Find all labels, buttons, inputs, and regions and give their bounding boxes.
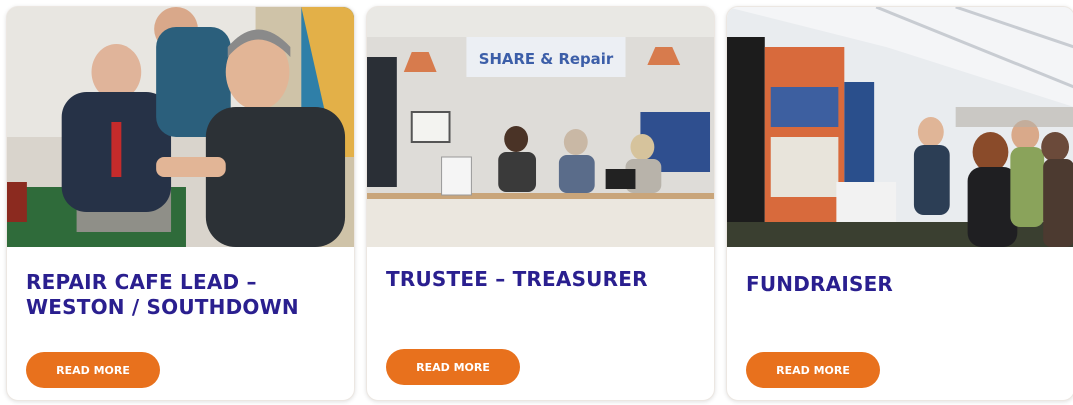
job-card-trustee-treasurer[interactable]: SHARE & Repair TRUSTEE – TREASURER READ …	[366, 6, 715, 401]
read-more-button[interactable]: READ MORE	[386, 349, 520, 385]
people-repairing-photo	[7, 7, 354, 247]
share-repair-sign: SHARE & Repair	[479, 50, 614, 68]
job-card-repair-cafe-lead[interactable]: REPAIR CAFE LEAD – WESTON / SOUTHDOWN RE…	[6, 6, 355, 401]
share-and-repair-counter-photo: SHARE & Repair	[367, 7, 714, 247]
job-card-fundraiser[interactable]: FUNDRAISER READ MORE	[726, 6, 1073, 401]
read-more-button[interactable]: READ MORE	[26, 352, 160, 388]
card-image-fundraiser[interactable]	[727, 7, 1073, 247]
card-image-repair-cafe[interactable]	[7, 7, 354, 247]
event-marquee-crowd-photo	[727, 7, 1073, 247]
card-title: TRUSTEE – TREASURER	[386, 267, 648, 291]
read-more-button[interactable]: READ MORE	[746, 352, 880, 388]
card-title: REPAIR CAFE LEAD – WESTON / SOUTHDOWN	[26, 270, 299, 319]
card-title: FUNDRAISER	[746, 272, 894, 296]
card-image-share-repair[interactable]: SHARE & Repair	[367, 7, 714, 247]
